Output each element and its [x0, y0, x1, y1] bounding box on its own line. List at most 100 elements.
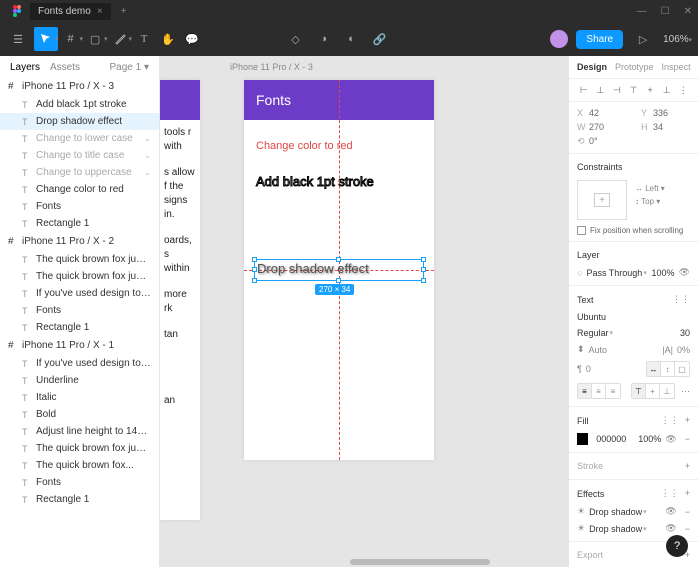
- remove-effect-icon[interactable]: −: [685, 524, 690, 534]
- avatar[interactable]: [550, 30, 568, 48]
- close-tab-icon[interactable]: ×: [97, 6, 103, 17]
- align-top-icon[interactable]: ⊤: [627, 83, 641, 97]
- layer-row[interactable]: TThe quick brown fox jumped....: [0, 268, 159, 285]
- align-hcenter-icon[interactable]: ⊥: [594, 83, 608, 97]
- hand-tool[interactable]: ✋: [156, 27, 180, 51]
- file-tab[interactable]: Fonts demo ×: [30, 3, 111, 20]
- component-icon[interactable]: ◇: [284, 27, 308, 51]
- font-family[interactable]: Ubuntu: [577, 312, 606, 322]
- layer-row[interactable]: TFonts: [0, 474, 159, 491]
- font-weight[interactable]: Regular: [577, 328, 609, 338]
- remove-effect-icon[interactable]: −: [685, 507, 690, 517]
- layer-row[interactable]: TBold: [0, 406, 159, 423]
- selection-box[interactable]: Drop shadow effect: [254, 259, 424, 281]
- blend-mode[interactable]: Pass Through: [586, 268, 642, 278]
- fill-hex[interactable]: 000000: [596, 434, 626, 444]
- fill-style-icon[interactable]: ⋮⋮: [661, 415, 679, 426]
- frame-row[interactable]: #iPhone 11 Pro / X - 2: [0, 232, 159, 251]
- menu-icon[interactable]: ☰: [6, 27, 30, 51]
- layer-row[interactable]: TUnderline: [0, 372, 159, 389]
- letter-spacing[interactable]: 0%: [677, 345, 690, 355]
- present-icon[interactable]: ▷: [631, 27, 655, 51]
- align-bottom-icon[interactable]: ⊥: [660, 83, 674, 97]
- tab-inspect[interactable]: Inspect: [662, 62, 691, 72]
- eye-icon[interactable]: 👁: [665, 523, 676, 534]
- layer-row[interactable]: TChange to title case⌄: [0, 147, 159, 164]
- eye-icon[interactable]: 👁: [665, 434, 676, 445]
- layer-row[interactable]: TItalic: [0, 389, 159, 406]
- eye-icon[interactable]: 👁: [665, 506, 676, 517]
- align-right-icon[interactable]: ⊣: [610, 83, 624, 97]
- line-height[interactable]: Auto: [589, 345, 608, 355]
- layer-row[interactable]: TChange to uppercase⌄: [0, 164, 159, 181]
- effect-settings-icon[interactable]: ☀: [577, 523, 585, 534]
- layer-row[interactable]: TRectangle 1: [0, 491, 159, 508]
- layer-row[interactable]: TThe quick brown fox...: [0, 457, 159, 474]
- layer-row[interactable]: TThe quick brown fox jumped....: [0, 251, 159, 268]
- distribute-icon[interactable]: ⋮: [676, 83, 690, 97]
- new-tab-button[interactable]: +: [115, 6, 133, 17]
- breadcrumb[interactable]: iPhone 11 Pro / X - 3: [230, 62, 313, 72]
- resize-mode[interactable]: ↔↕▢: [646, 361, 690, 377]
- layer-row[interactable]: TChange color to red: [0, 181, 159, 198]
- layer-row[interactable]: TDrop shadow effect: [0, 113, 159, 130]
- h-input[interactable]: 34: [653, 122, 689, 132]
- remove-fill-icon[interactable]: −: [685, 434, 690, 444]
- align-left-icon[interactable]: 󠀠⊢: [577, 83, 591, 97]
- tab-assets[interactable]: Assets: [50, 62, 80, 73]
- close-window-icon[interactable]: ✕: [684, 6, 692, 17]
- text-align-v[interactable]: ⊤+⊥: [631, 383, 675, 399]
- layer-row[interactable]: TThe quick brown fox jumped....: [0, 440, 159, 457]
- shadow-text-layer[interactable]: Drop shadow effect: [255, 260, 423, 277]
- x-input[interactable]: 42: [589, 108, 625, 118]
- minimize-icon[interactable]: —: [637, 6, 647, 17]
- layer-row[interactable]: TAdd black 1pt stroke: [0, 96, 159, 113]
- align-vcenter-icon[interactable]: +: [643, 83, 657, 97]
- fill-swatch[interactable]: [577, 433, 588, 445]
- layer-row[interactable]: TRectangle 1: [0, 215, 159, 232]
- y-input[interactable]: 336: [653, 108, 689, 118]
- font-size[interactable]: 30: [680, 328, 690, 338]
- help-button[interactable]: ?: [666, 535, 688, 557]
- layer-row[interactable]: TIf you've used design tools be...: [0, 355, 159, 372]
- add-effect-icon[interactable]: +: [685, 488, 690, 499]
- tab-layers[interactable]: Layers: [10, 62, 40, 73]
- add-stroke-icon[interactable]: +: [685, 461, 690, 471]
- link-icon[interactable]: 🔗: [368, 27, 392, 51]
- page-selector[interactable]: Page 1 ▾: [109, 62, 149, 73]
- boolean-icon[interactable]: ◐: [340, 27, 364, 51]
- text-align-h[interactable]: ≡≡≡: [577, 383, 621, 399]
- figma-logo-icon[interactable]: [6, 0, 30, 23]
- constraint-widget[interactable]: +: [577, 180, 627, 220]
- effects-style-icon[interactable]: ⋮⋮: [661, 488, 679, 499]
- horizontal-scrollbar[interactable]: [350, 559, 490, 565]
- layer-row[interactable]: TIf you've used design tools be...: [0, 285, 159, 302]
- fill-opacity[interactable]: 100%: [638, 434, 661, 444]
- effect-settings-icon[interactable]: ☀: [577, 506, 585, 517]
- canvas[interactable]: iPhone 11 Pro / X - 3 tools r with s all…: [160, 56, 568, 567]
- type-settings-icon[interactable]: ⋯: [681, 386, 690, 397]
- layer-row[interactable]: TAdjust line height to 140% an...: [0, 423, 159, 440]
- frame-row[interactable]: #iPhone 11 Pro / X - 1: [0, 336, 159, 355]
- tab-prototype[interactable]: Prototype: [615, 62, 654, 72]
- rotation-input[interactable]: 0°: [589, 136, 625, 147]
- w-input[interactable]: 270: [589, 122, 625, 132]
- layer-row[interactable]: TFonts: [0, 302, 159, 319]
- constraint-v[interactable]: ↕ Top ▾: [635, 197, 665, 206]
- eye-icon[interactable]: 👁: [679, 267, 690, 278]
- effect-2[interactable]: Drop shadow: [589, 524, 642, 534]
- constraint-h[interactable]: ↔ Left ▾: [635, 184, 665, 193]
- share-button[interactable]: Share: [576, 30, 623, 49]
- comment-tool[interactable]: 💬: [180, 27, 204, 51]
- layer-row[interactable]: TFonts: [0, 198, 159, 215]
- fix-position-checkbox[interactable]: Fix position when scrolling: [569, 224, 698, 237]
- tab-design[interactable]: Design: [577, 62, 607, 72]
- zoom-level[interactable]: 106% ▾: [663, 34, 692, 45]
- layer-row[interactable]: TChange to lower case⌄: [0, 130, 159, 147]
- effect-1[interactable]: Drop shadow: [589, 507, 642, 517]
- maximize-icon[interactable]: ☐: [661, 6, 670, 17]
- mask-icon[interactable]: ◑: [312, 27, 336, 51]
- layer-row[interactable]: TRectangle 1: [0, 319, 159, 336]
- para-spacing[interactable]: 0: [586, 364, 591, 374]
- layer-opacity[interactable]: 100%: [652, 268, 675, 278]
